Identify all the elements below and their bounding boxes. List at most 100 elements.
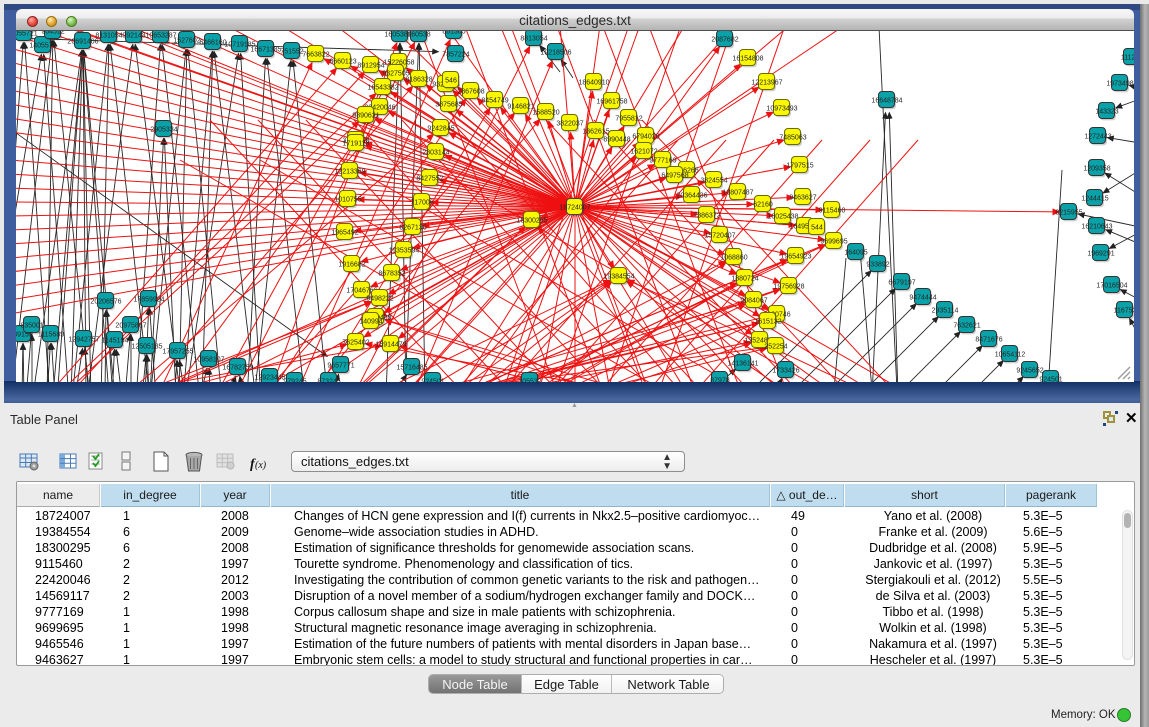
svg-text:7485063: 7485063 bbox=[779, 135, 806, 142]
svg-text:17859924: 17859924 bbox=[133, 297, 164, 304]
svg-text:9498222: 9498222 bbox=[366, 296, 393, 303]
svg-text:9699695: 9699695 bbox=[820, 239, 847, 246]
svg-text:2055721: 2055721 bbox=[16, 31, 38, 38]
svg-text:7386372: 7386372 bbox=[693, 213, 720, 220]
svg-text:933892: 933892 bbox=[866, 262, 889, 269]
svg-text:1010755: 1010755 bbox=[334, 197, 361, 204]
svg-text:1615132: 1615132 bbox=[754, 319, 781, 326]
svg-text:2935114: 2935114 bbox=[932, 308, 959, 315]
svg-text:18640910: 18640910 bbox=[578, 80, 609, 87]
svg-text:1588520: 1588520 bbox=[532, 110, 559, 117]
svg-text:1719118: 1719118 bbox=[343, 141, 370, 148]
svg-text:10025438: 10025438 bbox=[767, 214, 798, 221]
svg-text:10958107: 10958107 bbox=[193, 357, 224, 364]
svg-text:19218506: 19218506 bbox=[540, 50, 571, 57]
svg-text:873245: 873245 bbox=[317, 379, 340, 382]
svg-text:12942757: 12942757 bbox=[68, 337, 99, 344]
svg-text:2905334: 2905334 bbox=[150, 127, 177, 134]
svg-text:111254: 111254 bbox=[1121, 55, 1134, 62]
svg-text:835001: 835001 bbox=[20, 323, 43, 330]
svg-text:2087682: 2087682 bbox=[711, 37, 738, 44]
svg-text:1145194: 1145194 bbox=[102, 338, 129, 345]
svg-text:10807487: 10807487 bbox=[722, 190, 753, 197]
svg-text:8813054: 8813054 bbox=[520, 36, 547, 43]
svg-text:20206576: 20206576 bbox=[90, 299, 121, 306]
svg-text:1244415: 1244415 bbox=[1081, 196, 1108, 203]
svg-text:12213369: 12213369 bbox=[334, 169, 365, 176]
svg-text:11353594: 11353594 bbox=[389, 248, 420, 255]
svg-text:16782759: 16782759 bbox=[222, 365, 253, 372]
svg-text:16914479: 16914479 bbox=[375, 342, 406, 349]
svg-text:1965492: 1965492 bbox=[331, 230, 358, 237]
svg-text:10973493: 10973493 bbox=[766, 106, 797, 113]
svg-text:7663822: 7663822 bbox=[302, 52, 329, 59]
svg-text:10654112: 10654112 bbox=[995, 352, 1026, 359]
svg-text:14136141: 14136141 bbox=[727, 361, 758, 368]
svg-text:12213967: 12213967 bbox=[751, 80, 782, 87]
svg-text:12505135: 12505135 bbox=[131, 344, 162, 351]
svg-text:17016504: 17016504 bbox=[1096, 283, 1127, 290]
svg-text:16210643: 16210643 bbox=[1081, 224, 1112, 231]
svg-text:9890621: 9890621 bbox=[352, 113, 379, 120]
svg-text:160538: 160538 bbox=[407, 32, 430, 39]
svg-text:18724007: 18724007 bbox=[559, 205, 590, 212]
svg-text:6497568: 6497568 bbox=[661, 173, 688, 180]
svg-text:8660123: 8660123 bbox=[329, 59, 356, 66]
svg-text:546: 546 bbox=[445, 78, 457, 85]
svg-text:992143: 992143 bbox=[122, 33, 145, 40]
svg-text:19654923: 19654923 bbox=[780, 254, 811, 261]
svg-text:1405572: 1405572 bbox=[29, 43, 56, 50]
svg-text:20364436: 20364436 bbox=[676, 193, 707, 200]
svg-text:9777169: 9777169 bbox=[649, 158, 676, 165]
svg-text:751552: 751552 bbox=[280, 49, 303, 56]
svg-text:2867608: 2867608 bbox=[457, 89, 484, 96]
svg-text:10653287: 10653287 bbox=[145, 33, 176, 40]
svg-text:8131054: 8131054 bbox=[95, 33, 122, 40]
svg-text:19384554: 19384554 bbox=[603, 274, 634, 281]
svg-text:16961758: 16961758 bbox=[596, 99, 627, 106]
svg-text:16648784: 16648784 bbox=[871, 98, 902, 105]
svg-text:1797515: 1797515 bbox=[786, 163, 813, 170]
svg-text:1621072: 1621072 bbox=[630, 149, 657, 156]
svg-text:1272443: 1272443 bbox=[1084, 134, 1111, 141]
svg-text:9657771: 9657771 bbox=[327, 363, 354, 370]
svg-text:2803144: 2803144 bbox=[422, 150, 449, 157]
svg-text:924501: 924501 bbox=[421, 379, 444, 382]
svg-text:9463627: 9463627 bbox=[789, 195, 816, 202]
svg-text:1068860: 1068860 bbox=[720, 255, 747, 262]
svg-text:164095: 164095 bbox=[844, 250, 867, 257]
svg-text:7625402: 7625402 bbox=[342, 340, 369, 347]
svg-text:8990448: 8990448 bbox=[603, 137, 630, 144]
svg-text:7955812: 7955812 bbox=[615, 116, 642, 123]
svg-text:8267130: 8267130 bbox=[399, 225, 426, 232]
svg-text:8186328: 8186328 bbox=[405, 77, 432, 84]
svg-text:544: 544 bbox=[811, 225, 823, 232]
svg-text:881305: 881305 bbox=[442, 31, 465, 36]
svg-text:1115689: 1115689 bbox=[38, 332, 64, 339]
svg-text:3824554: 3824554 bbox=[700, 178, 727, 185]
svg-text:3875685: 3875685 bbox=[435, 102, 462, 109]
svg-text:140994: 140994 bbox=[359, 319, 382, 326]
svg-text:9115460: 9115460 bbox=[819, 208, 846, 215]
svg-text:1880724: 1880724 bbox=[731, 276, 758, 283]
svg-text:16154808: 16154808 bbox=[732, 56, 763, 63]
svg-text:17957255: 17957255 bbox=[162, 349, 193, 356]
svg-text:8215955: 8215955 bbox=[1055, 210, 1082, 217]
svg-text:143323: 143323 bbox=[1095, 109, 1118, 116]
svg-text:252254: 252254 bbox=[764, 344, 787, 351]
svg-text:(x): (x) bbox=[255, 460, 267, 471]
svg-text:1362615: 1362615 bbox=[582, 129, 609, 136]
svg-text:62160: 62160 bbox=[753, 202, 773, 209]
svg-text:8912954: 8912954 bbox=[357, 63, 384, 70]
svg-text:924501: 924501 bbox=[1039, 377, 1062, 382]
svg-text:6466160: 6466160 bbox=[199, 40, 226, 47]
svg-text:8454749: 8454749 bbox=[481, 98, 508, 105]
svg-text:16671385: 16671385 bbox=[250, 47, 281, 54]
svg-text:20691406: 20691406 bbox=[67, 39, 98, 46]
svg-text:1733426: 1733426 bbox=[772, 368, 799, 375]
svg-text:6794028: 6794028 bbox=[632, 134, 659, 141]
svg-text:12923445: 12923445 bbox=[254, 375, 285, 382]
svg-text:15720407: 15720407 bbox=[704, 233, 735, 240]
svg-text:9084067: 9084067 bbox=[740, 298, 767, 305]
svg-text:3822037: 3822037 bbox=[556, 121, 583, 128]
